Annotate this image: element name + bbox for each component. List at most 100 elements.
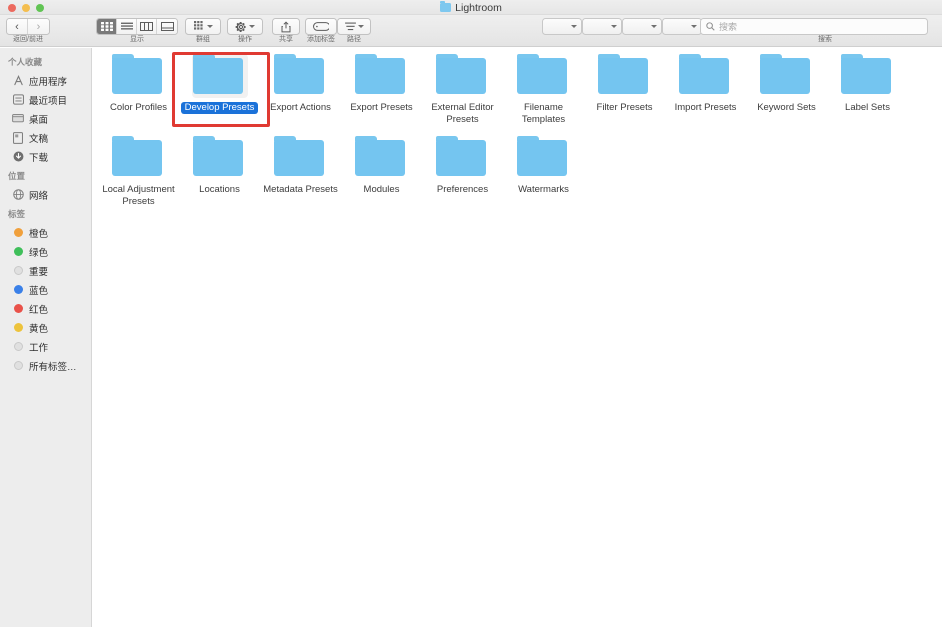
window-title: Lightroom [0, 0, 942, 15]
folder-icon [516, 54, 572, 98]
folder-icon [191, 54, 248, 98]
grid-icon [193, 21, 203, 30]
chevron-down-icon [206, 25, 213, 28]
add-tag-button-label: 添加标签 [307, 36, 335, 43]
column-view-button[interactable] [137, 19, 157, 34]
gear-icon [235, 21, 246, 32]
folder-icon [111, 136, 167, 180]
folder-icon [111, 54, 167, 98]
file-item-filter-presets[interactable]: Filter Presets [584, 54, 665, 126]
sidebar-tag-blue[interactable]: 蓝色 [0, 280, 91, 299]
sidebar-tag-important[interactable]: 重要 [0, 261, 91, 280]
file-item-label: Metadata Presets [263, 184, 338, 195]
file-item-watermarks[interactable]: Watermarks [503, 136, 584, 208]
sidebar-item-label: 桌面 [29, 114, 49, 126]
action-button-group: 操作 [227, 18, 263, 44]
filter-dropdown-3[interactable] [622, 18, 662, 35]
sidebar-tag-orange[interactable]: 橙色 [0, 223, 91, 242]
file-item-export-presets[interactable]: Export Presets [341, 54, 422, 126]
desktop-icon [12, 113, 24, 125]
file-item-metadata-presets[interactable]: Metadata Presets [260, 136, 341, 208]
chevron-down-icon [651, 25, 657, 28]
list-view-button[interactable] [117, 19, 137, 34]
file-item-label: Locations [199, 184, 240, 195]
file-item-preferences[interactable]: Preferences [422, 136, 503, 208]
path-button[interactable] [337, 18, 371, 35]
file-item-local-adjustment-presets[interactable]: Local Adjustment Presets [98, 136, 179, 208]
sidebar-item-applications[interactable]: 应用程序 [0, 71, 91, 90]
file-item-export-actions[interactable]: Export Actions [260, 54, 341, 126]
file-item-keyword-sets[interactable]: Keyword Sets [746, 54, 827, 126]
folder-icon [440, 1, 452, 12]
file-item-modules[interactable]: Modules [341, 136, 422, 208]
file-item-label: Modules [363, 184, 400, 195]
tag-dot-icon [12, 246, 24, 258]
toolbar: ‹ › 返回/前进 显示 群组 操作 共享 添加标签 路径 搜索 搜索 [0, 15, 942, 47]
share-button[interactable] [272, 18, 300, 35]
file-item-label: Watermarks [518, 184, 569, 195]
sidebar-item-documents[interactable]: 文稿 [0, 128, 91, 147]
sidebar-item-label: 绿色 [29, 247, 49, 259]
folder-icon [678, 54, 734, 98]
chevron-down-icon [611, 25, 617, 28]
sidebar-tag-red[interactable]: 红色 [0, 299, 91, 318]
group-button-label: 群组 [196, 36, 210, 43]
filter-dropdown-4[interactable] [662, 18, 702, 35]
sidebar-item-label: 所有标签… [29, 361, 77, 373]
file-item-label: Color Profiles [109, 102, 168, 113]
folder-icon [840, 54, 896, 98]
icon-view-button[interactable] [97, 19, 117, 34]
file-item-locations[interactable]: Locations [179, 136, 260, 208]
chevron-down-icon [249, 25, 255, 28]
back-button[interactable]: ‹ [7, 19, 28, 34]
forward-button[interactable]: › [28, 19, 49, 34]
chevron-down-icon [357, 25, 364, 28]
folder-icon [435, 136, 491, 180]
gallery-view-button[interactable] [157, 19, 177, 34]
view-mode-label: 显示 [130, 36, 144, 43]
file-item-label: Filter Presets [596, 102, 653, 113]
sidebar-tag-yellow[interactable]: 黄色 [0, 318, 91, 337]
sidebar-tag-work[interactable]: 工作 [0, 337, 91, 356]
sidebar-tag-green[interactable]: 绿色 [0, 242, 91, 261]
sidebar-item-label: 下载 [29, 152, 49, 164]
action-button[interactable] [227, 18, 263, 35]
file-item-import-presets[interactable]: Import Presets [665, 54, 746, 126]
file-item-label: Develop Presets [180, 102, 259, 114]
folder-icon [354, 54, 410, 98]
file-item-label: Local Adjustment Presets [102, 184, 175, 207]
file-item-filename-templates[interactable]: Filename Templates [503, 54, 584, 126]
add-tag-button[interactable] [305, 18, 337, 35]
file-item-label: Preferences [436, 184, 489, 195]
file-grid-row: Local Adjustment Presets Locations Metad… [98, 136, 584, 208]
sidebar-item-label: 应用程序 [29, 76, 68, 88]
view-mode-group: 显示 [96, 18, 178, 44]
file-item-label: Export Actions [270, 102, 331, 113]
group-button-group: 群组 [185, 18, 221, 44]
sidebar-item-label: 网络 [29, 190, 49, 202]
sidebar-item-network[interactable]: 网络 [0, 185, 91, 204]
sidebar-item-downloads[interactable]: 下载 [0, 147, 91, 166]
search-input[interactable]: 搜索 [700, 18, 928, 35]
sidebar-item-label: 文稿 [29, 133, 49, 145]
file-item-external-editor-presets[interactable]: External Editor Presets [422, 54, 503, 126]
sidebar-section-favorites-header: 个人收藏 [8, 57, 43, 67]
file-item-develop-presets[interactable]: Develop Presets [179, 54, 260, 126]
sidebar-tag-all-tags[interactable]: 所有标签… [0, 356, 91, 375]
sidebar-item-recents[interactable]: 最近项目 [0, 90, 91, 109]
filter-dropdown-2[interactable] [582, 18, 622, 35]
sidebar-item-label: 橙色 [29, 228, 49, 240]
sidebar-item-label: 工作 [29, 342, 49, 354]
file-item-label: Export Presets [350, 102, 413, 113]
file-item-label-sets[interactable]: Label Sets [827, 54, 908, 126]
sidebar-item-label: 蓝色 [29, 285, 49, 297]
finder-window: Lightroom ‹ › 返回/前进 显示 群组 操作 共享 添加标签 路径 … [0, 0, 942, 627]
file-item-color-profiles[interactable]: Color Profiles [98, 54, 179, 126]
sidebar-item-desktop[interactable]: 桌面 [0, 109, 91, 128]
documents-icon [12, 131, 24, 144]
downloads-icon [12, 151, 24, 163]
group-button[interactable] [185, 18, 221, 35]
filter-dropdown-1[interactable] [542, 18, 582, 35]
tag-button-group: 添加标签 [305, 18, 337, 44]
applications-icon [12, 75, 24, 87]
